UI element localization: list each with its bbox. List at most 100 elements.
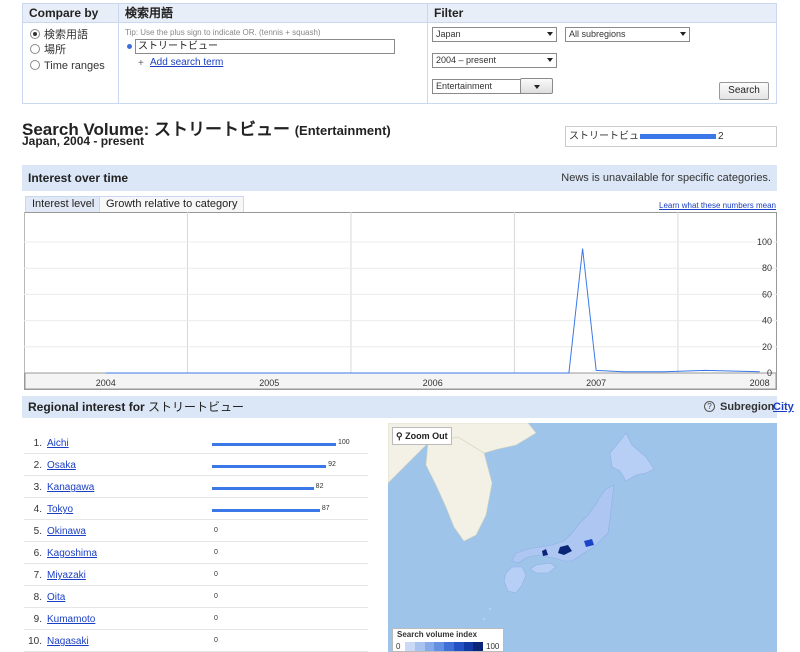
region-value: 0: [214, 549, 218, 556]
index-title: Search volume index: [397, 630, 478, 639]
search-term-input[interactable]: ストリートビュー: [135, 39, 395, 54]
region-value: 0: [214, 527, 218, 534]
learn-numbers-link[interactable]: Learn what these numbers mean: [659, 201, 776, 210]
radio-label: Time ranges: [44, 60, 105, 72]
scale-swatch: [424, 642, 435, 651]
help-icon[interactable]: ?: [704, 401, 715, 412]
region-link[interactable]: Kumamoto: [47, 614, 95, 625]
chevron-down-icon: [547, 58, 553, 62]
radio-button[interactable]: [30, 60, 40, 70]
chevron-down-icon: [547, 32, 553, 36]
regional-interest-header: Regional interest for ストリートビュー ? Subregi…: [22, 396, 794, 418]
hokkaido-shape: [609, 432, 655, 482]
scale-swatch: [414, 642, 425, 651]
region-link[interactable]: Okinawa: [47, 526, 86, 537]
scale-swatch: [473, 642, 483, 651]
x-tick-label: 2006: [423, 378, 443, 388]
x-tick-label: 2005: [259, 378, 279, 388]
title-category: (Entertainment): [294, 123, 391, 138]
color-scale: [405, 642, 483, 651]
region-row: 3. Kanagawa 82: [24, 476, 368, 498]
region-row: 4. Tokyo 87: [24, 498, 368, 520]
radio-button[interactable]: [30, 29, 40, 39]
filter-heading: Filter: [428, 4, 776, 23]
scale-swatch: [463, 642, 474, 651]
y-tick-label: 20: [762, 342, 772, 352]
x-axis-band: [24, 372, 777, 390]
tab-interest-level[interactable]: Interest level: [25, 196, 102, 213]
tab-growth-relative[interactable]: Growth relative to category: [99, 196, 245, 213]
region-value: 0: [214, 593, 218, 600]
region-row: 7. Miyazaki 0: [24, 564, 368, 586]
y-tick-label: 40: [762, 316, 772, 326]
region-link[interactable]: Aichi: [47, 438, 69, 449]
region-rank: 1.: [33, 438, 42, 449]
radio-search-terms[interactable]: 検索用語: [30, 28, 88, 42]
shikoku-shape: [529, 562, 557, 574]
category-value: Entertainment: [436, 81, 493, 91]
y-tick-label: 80: [762, 263, 772, 273]
regional-heading: Regional interest: [28, 400, 126, 414]
korea-shape: [425, 436, 493, 542]
index-max: 100: [486, 642, 500, 651]
category-select[interactable]: Entertainment: [432, 79, 521, 94]
kyushu-shape: [503, 566, 527, 594]
region-link[interactable]: Tokyo: [47, 504, 73, 515]
add-search-term-link[interactable]: Add search term: [150, 57, 223, 68]
plus-icon: +: [138, 58, 144, 69]
term-legend: ストリートビュー 2: [565, 126, 777, 147]
chart-frame: [24, 212, 777, 390]
region-row: 6. Kagoshima 0: [24, 542, 368, 564]
radio-button[interactable]: [30, 44, 40, 54]
region-rank: 10.: [28, 636, 42, 647]
chevron-down-icon: [534, 85, 540, 89]
zoom-out-button[interactable]: ⚲ Zoom Out: [392, 427, 452, 445]
region-value: 92: [328, 461, 336, 468]
y-tick-label: 60: [762, 289, 772, 299]
x-tick-label: 2007: [586, 378, 606, 388]
region-bar: [212, 465, 327, 468]
interest-chart: 2004 2005 2006 2007 2008 100 80 60 40 20 0: [24, 212, 777, 390]
region-link[interactable]: Oita: [47, 592, 65, 603]
region-link[interactable]: Kagoshima: [47, 548, 97, 559]
compare-by-column: Compare by 検索用語 場所 Time ranges: [23, 4, 119, 103]
index-min: 0: [396, 642, 401, 651]
search-volume-index-legend: Search volume index 0 100: [392, 628, 504, 652]
region-bar: [212, 487, 314, 490]
region-link[interactable]: Osaka: [47, 460, 76, 471]
radio-locations[interactable]: 場所: [30, 43, 66, 57]
region-row: 10. Nagasaki 0: [24, 630, 368, 652]
radio-label: 場所: [44, 44, 66, 56]
radio-label: 検索用語: [44, 29, 88, 41]
filter-column: Filter Japan All subregions 2004 – prese…: [428, 4, 776, 103]
region-rank: 7.: [33, 570, 42, 581]
zoom-out-label: Zoom Out: [405, 431, 448, 441]
regional-term: ストリートビュー: [148, 400, 245, 414]
legend-bar: [640, 134, 716, 139]
scale-swatch: [405, 642, 415, 651]
region-row: 2. Osaka 92: [24, 454, 368, 476]
japan-map[interactable]: ⚲ Zoom Out Search volume index 0 100: [388, 423, 777, 652]
region-rank: 5.: [33, 526, 42, 537]
region-rank: 4.: [33, 504, 42, 515]
category-dropdown-button[interactable]: [520, 78, 553, 94]
for-label: for: [128, 400, 145, 414]
section-title: Interest over time: [28, 171, 129, 185]
region-link[interactable]: Miyazaki: [47, 570, 86, 581]
page-subtitle: Japan, 2004 - present: [22, 134, 145, 148]
region-link[interactable]: Kanagawa: [47, 482, 94, 493]
radio-time-ranges[interactable]: Time ranges: [30, 59, 105, 73]
subregion-select[interactable]: All subregions: [565, 27, 690, 42]
location-select[interactable]: Japan: [432, 27, 557, 42]
x-tick-label: 2004: [96, 378, 116, 388]
location-value: Japan: [436, 29, 461, 39]
legend-value: 2: [718, 131, 724, 142]
region-value: 82: [315, 483, 324, 490]
city-link[interactable]: City: [773, 396, 794, 418]
region-rank: 9.: [33, 614, 42, 625]
region-link[interactable]: Nagasaki: [47, 636, 89, 647]
search-button[interactable]: Search: [719, 82, 769, 100]
time-range-select[interactable]: 2004 – present: [432, 53, 557, 68]
region-bar: [212, 443, 336, 446]
news-note: News is unavailable for specific categor…: [561, 172, 771, 184]
